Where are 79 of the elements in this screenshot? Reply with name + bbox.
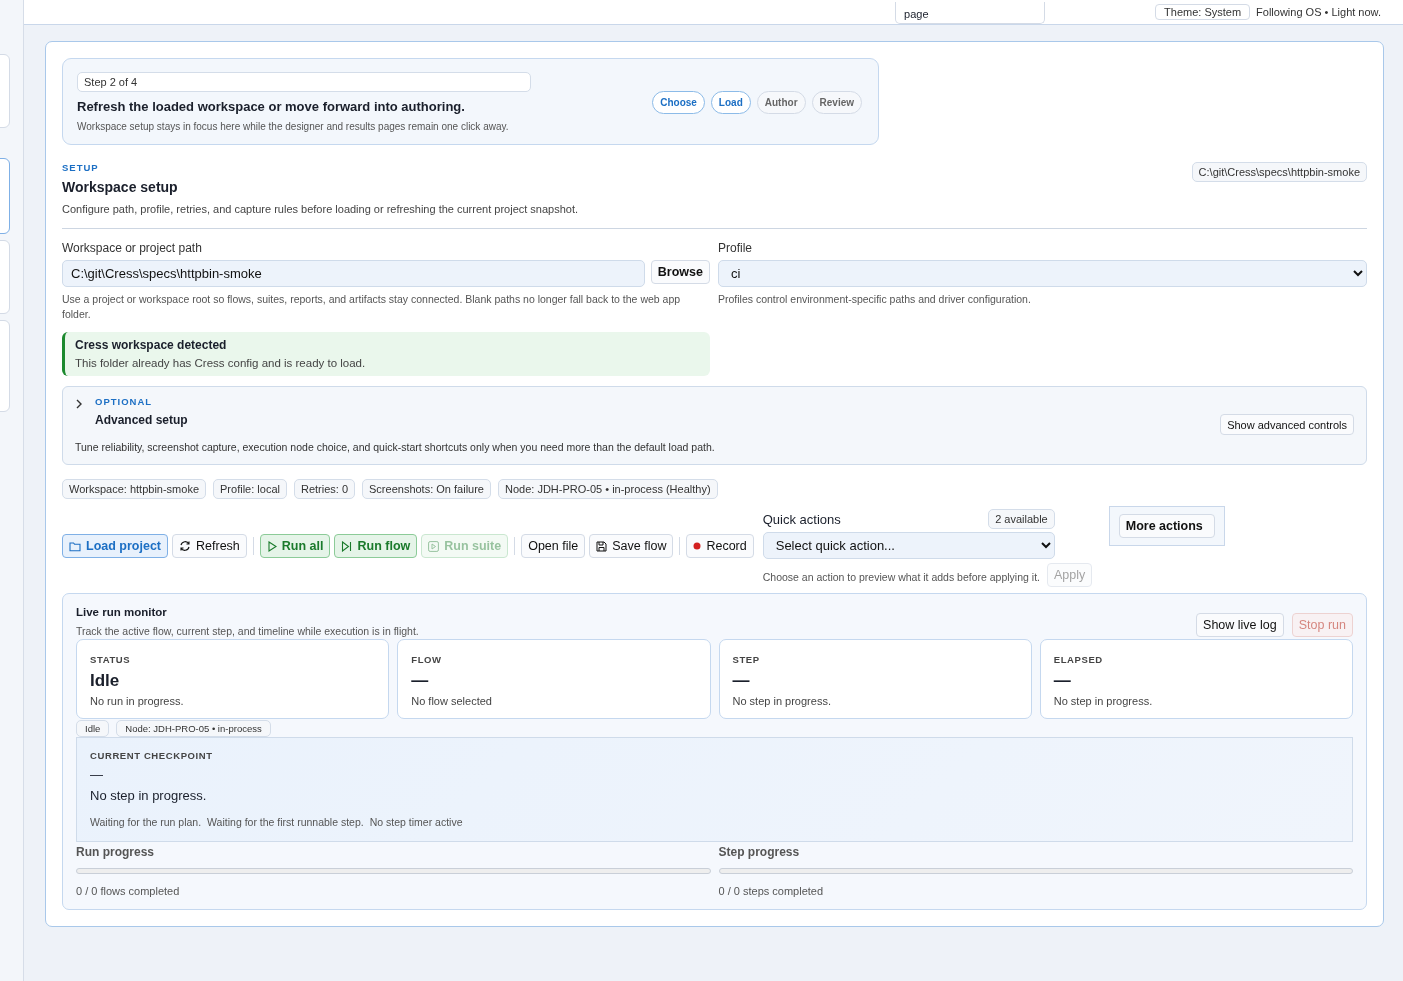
toolbar-button[interactable]: Run all: [259, 534, 331, 559]
field-label: Quick actions: [762, 511, 841, 527]
progress-label: Step progress: [718, 845, 801, 860]
checkpoint-note: Waiting for the run plan.: [90, 816, 202, 829]
alert-title: Cress workspace detected: [75, 338, 228, 353]
stepper-title: Refresh the loaded workspace or move forward into authoring.: [77, 99, 466, 114]
show-log-button[interactable]: Show live log: [1196, 613, 1284, 638]
stat-label: ELAPSED: [1053, 654, 1104, 666]
progress-text: 0 / 0 steps completed: [718, 885, 825, 898]
theme-button[interactable]: Theme: System: [1155, 4, 1251, 20]
step-tab[interactable]: Load: [710, 90, 751, 114]
play-step-icon: [341, 540, 353, 552]
help-text: Use a project or workspace root so flows, suites, reports, and artifacts stay connected. Blank paths no longer fall back to the web app folder.: [62, 292, 682, 322]
stat-detail: No run in progress.: [90, 695, 185, 708]
status-chip: Idle: [76, 720, 110, 738]
browse-button[interactable]: Browse: [650, 260, 710, 284]
stat-value: —: [732, 671, 751, 692]
stat-label: FLOW: [411, 654, 443, 666]
toolbar-button[interactable]: Refresh: [172, 534, 247, 559]
alert-text: This folder already has Cress config and is ready to load.: [75, 357, 367, 370]
save-icon: [596, 540, 608, 552]
folder-icon: [69, 540, 81, 552]
profile-select[interactable]: ci: [718, 260, 1367, 287]
stat-value: —: [411, 671, 430, 692]
play-square-icon: [428, 540, 440, 552]
step-indicator: Step 2 of 4: [77, 72, 531, 92]
stat-value: Idle: [90, 671, 121, 692]
theme-status: Following OS • Light now.: [1256, 6, 1381, 18]
stat-label: STEP: [732, 654, 761, 666]
section-description: Configure path, profile, retries, and capture rules before loading or refreshing the current project snapshot.: [62, 203, 579, 215]
count-badge: 2 available: [988, 509, 1055, 530]
chevron-icon[interactable]: [75, 399, 83, 410]
checkpoint-note: No step timer active: [369, 816, 463, 829]
toolbar-button[interactable]: Open file: [521, 534, 586, 559]
section-title: Workspace setup: [62, 179, 179, 195]
help-text: Choose an action to preview what it adds before applying it.: [762, 570, 1040, 585]
show-advanced-button[interactable]: Show advanced controls: [1220, 414, 1354, 436]
summary-chip: Retries: 0: [293, 479, 356, 500]
toolbar-button[interactable]: Save flow: [589, 534, 674, 559]
stat-detail: No step in progress.: [1053, 695, 1154, 708]
progress-text: 0 / 0 flows completed: [76, 885, 181, 898]
progress-label: Run progress: [76, 845, 155, 860]
summary-chip: Profile: local: [213, 479, 287, 500]
panel-title: Live run monitor: [76, 606, 168, 619]
stat-value: —: [1053, 671, 1072, 692]
play-icon: [266, 540, 277, 552]
summary-chip: Screenshots: On failure: [362, 479, 491, 500]
quick-action-select[interactable]: Select quick action...: [762, 532, 1055, 560]
checkpoint-label: CURRENT CHECKPOINT: [90, 750, 214, 762]
checkpoint-value: —: [90, 767, 104, 783]
checkpoint-note: Waiting for the first runnable step.: [207, 816, 364, 829]
stat-detail: No step in progress.: [732, 695, 832, 708]
stat-label: STATUS: [90, 654, 132, 666]
section-title: Advanced setup: [95, 413, 188, 428]
summary-chip: Workspace: httpbin-smoke: [62, 479, 207, 500]
record-icon: [693, 542, 702, 551]
section-description: Tune reliability, screenshot capture, execution node choice, and quick-start shortcuts only when you need more than the default load path.: [75, 441, 716, 454]
section-eyebrow: SETUP: [62, 162, 100, 173]
toolbar-button[interactable]: Run flow: [334, 534, 418, 559]
panel-description: Track the active flow, current step, and timeline while execution is in flight.: [76, 625, 419, 638]
status-chip: Node: JDH-PRO-05 • in-process: [116, 720, 271, 738]
field-label: Workspace or project path: [62, 241, 203, 255]
step-tab[interactable]: Choose: [652, 90, 705, 114]
refresh-icon: [179, 540, 191, 553]
toolbar-button[interactable]: Load project: [62, 534, 168, 559]
path-badge: C:\git\Cress\specs\httpbin-smoke: [1191, 162, 1367, 182]
more-actions-button[interactable]: More actions: [1118, 514, 1215, 539]
help-text: Profiles control environment-specific paths and driver configuration.: [718, 292, 1032, 307]
field-label: Profile: [718, 241, 753, 255]
path-input[interactable]: C:\git\Cress\specs\httpbin-smoke: [62, 260, 645, 287]
summary-chip: Node: JDH-PRO-05 • in-process (Healthy): [498, 479, 718, 500]
hint-note: page: [895, 2, 1046, 24]
step-tab[interactable]: Author: [756, 90, 806, 114]
step-tab[interactable]: Review: [811, 90, 862, 114]
stepper-description: Workspace setup stays in focus here while the designer and results pages remain one click away.: [77, 121, 510, 132]
toolbar-button[interactable]: Record: [686, 534, 754, 559]
checkpoint-title: No step in progress.: [90, 788, 208, 804]
section-eyebrow: OPTIONAL: [95, 396, 154, 408]
stat-detail: No flow selected: [411, 695, 493, 708]
